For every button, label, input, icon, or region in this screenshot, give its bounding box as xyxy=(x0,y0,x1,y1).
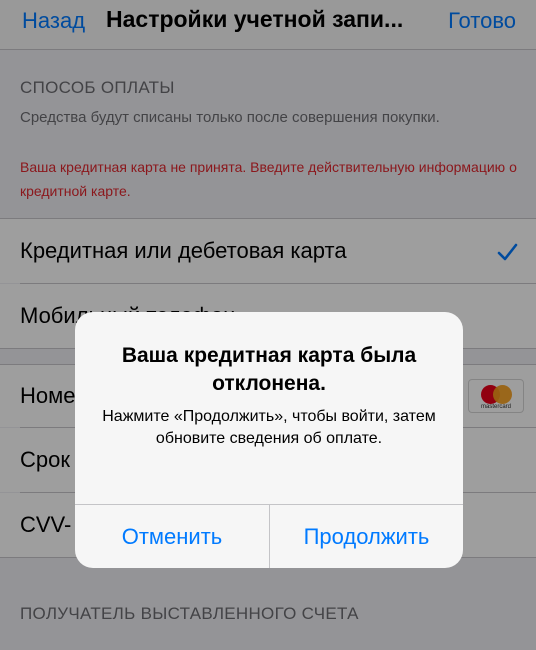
alert-message: Нажмите «Продолжить», чтобы войти, затем… xyxy=(102,408,436,447)
screen: Назад Настройки учетной запи... Готово С… xyxy=(0,0,536,650)
alert-title: Ваша кредитная карта была отклонена. xyxy=(121,344,417,395)
continue-button[interactable]: Продолжить xyxy=(270,505,463,568)
cancel-button[interactable]: Отменить xyxy=(75,505,269,568)
alert-dialog: Ваша кредитная карта была отклонена. Наж… xyxy=(75,312,463,568)
